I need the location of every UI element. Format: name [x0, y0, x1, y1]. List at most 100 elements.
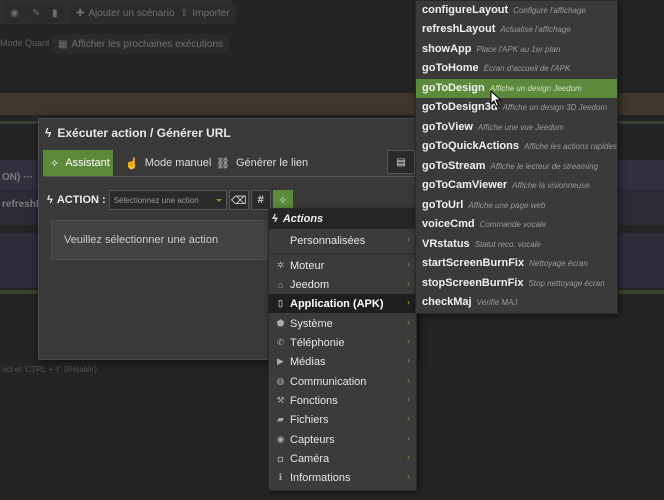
menu-item-moteur[interactable]: ✲ Moteur ›: [269, 256, 416, 275]
submenu-item-name: goToHome: [422, 62, 479, 74]
submenu-item-gotoquickactions[interactable]: goToQuickActions Affiche les actions rapi…: [416, 137, 617, 156]
menu-item-capteurs[interactable]: ◉ Capteurs ›: [269, 430, 416, 449]
clear-button[interactable]: ⌫: [228, 190, 249, 210]
chevron-right-icon: ›: [407, 413, 410, 423]
chevron-right-icon: ›: [407, 297, 410, 307]
menu-item-label: Moteur: [290, 259, 325, 272]
chevron-right-icon: ›: [407, 471, 410, 481]
submenu-item-gotoview[interactable]: goToView Affiche une vue Jeedom: [416, 118, 617, 137]
menu-item-application-apk[interactable]: ▯ Application (APK) ›: [269, 294, 416, 313]
eraser-icon: ⌫: [230, 194, 247, 207]
tab-assistant-label: Assistant: [65, 157, 110, 169]
submenu-item-configurelayout[interactable]: configureLayout Configure l'affichage: [416, 1, 617, 20]
menu-item-label: Jeedom: [290, 278, 330, 291]
submenu-item-vrstatus[interactable]: VRstatus Statut reco. vocale: [416, 235, 617, 254]
menu-item-telephonie[interactable]: ✆ Téléphonie ›: [269, 333, 416, 352]
tab-manual-mode[interactable]: ☝ Mode manuel: [118, 150, 218, 176]
submenu-item-voicecmd[interactable]: voiceCmd Commande vocale: [416, 215, 617, 234]
submenu-item-gotocamviewer[interactable]: goToCamViewer Affiche la visionneuse: [416, 176, 617, 195]
chevron-right-icon: ›: [407, 259, 410, 269]
menu-item-fonctions[interactable]: ⚒ Fonctions ›: [269, 391, 416, 410]
mouse-cursor-icon: [490, 90, 502, 108]
submenu-item-desc: Stop nettoyage écran: [528, 279, 605, 288]
info-text: Veuillez sélectionner une action: [64, 234, 219, 246]
chevron-right-icon: ›: [407, 278, 410, 288]
menu-item-label: Caméra: [290, 452, 330, 465]
submenu-item-gotodesign[interactable]: goToDesign Affiche un design Jeedom: [416, 79, 617, 98]
hash-icon: #: [257, 194, 264, 206]
tab-generate-label: Générer le lien: [235, 157, 309, 169]
submenu-item-gotourl[interactable]: goToUrl Affiche une page web: [416, 196, 617, 215]
submenu-item-desc: Affiche les actions rapides: [523, 142, 617, 151]
hash-button[interactable]: #: [250, 190, 271, 210]
submenu-item-refreshlayout[interactable]: refreshLayout Actualise l'affichage: [416, 20, 617, 39]
menu-item-jeedom[interactable]: ⌂ Jeedom ›: [269, 275, 416, 294]
bolt-icon: ϟ: [45, 126, 52, 140]
submenu-item-desc: Nettoyage écran: [529, 259, 588, 268]
blank-icon: [275, 235, 286, 246]
menu-item-label: Application (APK): [290, 297, 384, 310]
document-button[interactable]: ▤: [387, 150, 415, 174]
hand-pointer-icon: ☝: [125, 157, 139, 170]
caret-down-icon: [215, 199, 222, 202]
globe-icon: ◍: [276, 376, 285, 386]
menu-item-communication[interactable]: ◍ Communication ›: [269, 372, 416, 391]
modal-title: ϟ Exécuter action / Générer URL: [45, 126, 231, 140]
wizard-button[interactable]: ✧: [272, 190, 293, 210]
submenu-item-showapp[interactable]: showApp Place l'APK au 1er plan: [416, 40, 617, 59]
chevron-right-icon: ›: [407, 234, 410, 244]
submenu-item-desc: Statut reco. vocale: [474, 240, 541, 249]
submenu-item-name: goToStream: [422, 160, 486, 172]
bolt-icon: ϟ: [47, 194, 53, 206]
submenu-item-stopscreenburnfix[interactable]: stopScreenBurnFix Stop nettoyage écran: [416, 274, 617, 293]
submenu-item-desc: Commande vocale: [479, 220, 547, 229]
menu-item-informations[interactable]: ℹ Informations ›: [269, 468, 416, 487]
camera-icon: ◘: [277, 453, 284, 464]
submenu-item-gotohome[interactable]: goToHome Écran d'accueil de l'APK: [416, 59, 617, 78]
jeedom-icon: ⌂: [277, 279, 284, 290]
submenu-item-gotostream[interactable]: goToStream Affiche le lecteur de streamin…: [416, 157, 617, 176]
action-select[interactable]: Sélectionnez une action: [108, 190, 227, 210]
submenu-item-name: goToUrl: [422, 199, 464, 211]
menu-item-label: Fonctions: [290, 394, 338, 407]
menu-item-camera[interactable]: ◘ Caméra ›: [269, 449, 416, 468]
submenu-item-gotodesign3d[interactable]: goToDesign3d Affiche un design 3D Jeedom: [416, 98, 617, 117]
actions-menu: ϟ Actions Personnalisées › ✲ Moteur › ⌂ Jeed…: [268, 208, 417, 491]
magic-wand-icon: ✧: [278, 194, 288, 207]
submenu-item-desc: Actualise l'affichage: [500, 25, 571, 34]
cog-icon: ✲: [276, 260, 285, 270]
submenu-item-desc: Affiche le lecteur de streaming: [490, 162, 598, 171]
submenu-item-name: goToDesign3d: [422, 101, 498, 113]
eye-icon: ◉: [276, 434, 285, 444]
submenu-item-name: goToCamViewer: [422, 179, 508, 191]
chevron-right-icon: ›: [407, 394, 410, 404]
info-icon: ℹ: [278, 472, 283, 482]
menu-item-label: Communication: [290, 375, 367, 388]
menu-item-label: Informations: [290, 471, 351, 484]
menu-item-medias[interactable]: ▶ Médias ›: [269, 352, 416, 371]
chevron-right-icon: ›: [407, 452, 410, 462]
submenu-item-desc: Affiche une vue Jeedom: [477, 123, 564, 132]
tab-generate-link[interactable]: ⛓ Générer le lien: [209, 150, 315, 176]
tab-assistant[interactable]: ✧ Assistant: [43, 150, 113, 176]
tab-manual-label: Mode manuel: [144, 157, 212, 169]
submenu-item-name: refreshLayout: [422, 23, 496, 35]
menu-item-systeme[interactable]: ⬟ Système ›: [269, 314, 416, 333]
chevron-right-icon: ›: [407, 355, 410, 365]
submenu-item-desc: Affiche la visionneuse: [512, 181, 590, 190]
submenu-item-checkmaj[interactable]: checkMaj Vérifie MAJ: [416, 293, 617, 312]
submenu-item-name: goToView: [422, 121, 473, 133]
submenu-item-name: configureLayout: [422, 4, 509, 16]
submenu-item-name: checkMaj: [422, 296, 472, 308]
play-icon: ▶: [277, 356, 284, 366]
menu-item-personnalisees[interactable]: Personnalisées ›: [269, 231, 416, 250]
link-icon: ⛓: [216, 157, 230, 170]
menu-item-label: Téléphonie: [290, 336, 345, 349]
submenu-item-desc: Configure l'affichage: [513, 6, 586, 15]
menu-item-fichiers[interactable]: ▰ Fichiers ›: [269, 410, 416, 429]
submenu-item-name: stopScreenBurnFix: [422, 277, 524, 289]
submenu-item-startscreenburnfix[interactable]: startScreenBurnFix Nettoyage écran: [416, 254, 617, 273]
submenu-item-name: voiceCmd: [422, 218, 475, 230]
menu-item-label: Fichiers: [290, 413, 329, 426]
submenu-item-desc: Affiche une page web: [468, 201, 546, 210]
